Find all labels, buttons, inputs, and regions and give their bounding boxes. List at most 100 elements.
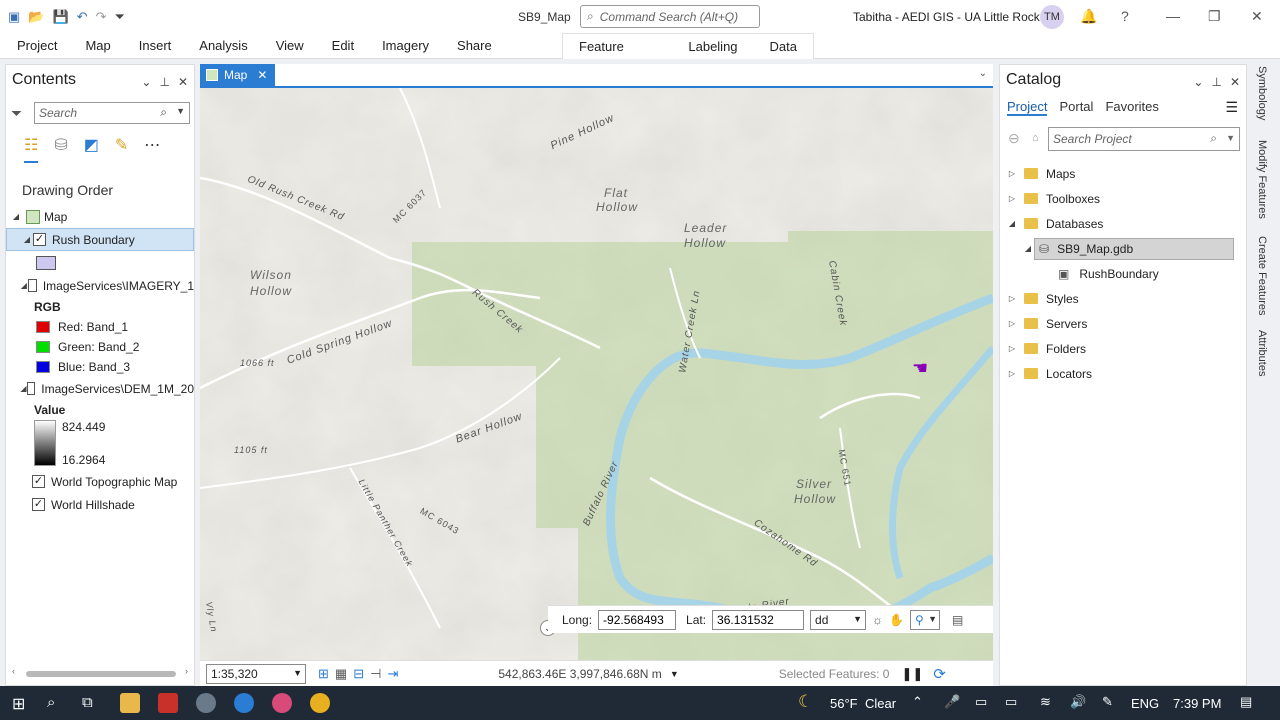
layer-checkbox[interactable]: ✓ (33, 233, 46, 246)
tab-favorites[interactable]: Favorites (1105, 99, 1158, 116)
search-icon[interactable]: ⌕ (160, 105, 167, 120)
rush-boundary-symbol[interactable] (6, 251, 194, 274)
task-view-icon[interactable]: ⧉ (82, 694, 93, 711)
layer-hillshade[interactable]: ✓ World Hillshade (6, 493, 194, 516)
tab-map[interactable]: Map (71, 33, 124, 59)
map-node[interactable]: ◢ Map (6, 205, 194, 228)
catalog-item-folders[interactable]: ▷ Folders (1006, 336, 1244, 361)
layer-dem[interactable]: ◢ ImageServices\DEM_1M_20 (6, 377, 194, 400)
grid-icon[interactable]: ▦ (335, 666, 347, 682)
volume-icon[interactable]: 🔊 (1070, 694, 1086, 710)
longitude-field[interactable] (598, 609, 677, 630)
side-tab-symbology[interactable]: Symbology (1256, 66, 1268, 120)
navigate-icon[interactable]: ⇥ (387, 666, 398, 682)
tab-project[interactable]: Project (1007, 99, 1048, 116)
editing-icon[interactable]: ✎ (115, 135, 128, 163)
chevron-down-icon[interactable]: ▼ (1226, 133, 1235, 143)
notifications-icon[interactable]: 🔔 (1080, 8, 1097, 25)
signed-in-user[interactable]: Tabitha - AEDI GIS - UA Little Rock (853, 10, 1040, 24)
catalog-item-rushboundary[interactable]: ▣ RushBoundary (1006, 261, 1244, 286)
tab-insert[interactable]: Insert (125, 33, 186, 59)
back-icon[interactable]: ⊖ (1008, 130, 1020, 147)
chrome-icon[interactable] (310, 693, 330, 713)
sun-icon[interactable]: ☼ (872, 613, 883, 627)
windows-start-icon[interactable]: ⊞ (12, 694, 25, 714)
side-tab-attributes[interactable]: Attributes (1256, 330, 1268, 376)
pen-icon[interactable]: ✎ (1102, 694, 1113, 710)
office-icon[interactable] (158, 693, 178, 713)
contents-search-input[interactable]: Search ⌕ ▼ (34, 102, 190, 124)
clock[interactable]: 7:39 PM (1173, 696, 1221, 711)
help-icon[interactable]: ? (1121, 8, 1129, 24)
display-icon[interactable]: ▭ (975, 694, 987, 710)
more-icon[interactable]: ⋯ (144, 135, 160, 163)
map-canvas[interactable]: Pine Hollow Flat Hollow Leader Hollow Ol… (200, 88, 993, 660)
close-pane-icon[interactable]: ✕ (178, 75, 188, 89)
undo-icon[interactable]: ↶ (77, 9, 88, 25)
app-icon[interactable] (196, 693, 216, 713)
hamburger-menu-icon[interactable]: ☰ (1225, 99, 1238, 116)
selection-icon[interactable]: ◩ (84, 135, 99, 163)
microphone-icon[interactable]: 🎤 (944, 694, 960, 710)
save-icon[interactable]: 💾 (52, 9, 68, 25)
expand-icon[interactable]: ▷ (1006, 369, 1018, 378)
horizontal-scrollbar[interactable]: ‹ › (12, 666, 188, 679)
layer-checkbox[interactable] (26, 382, 36, 395)
catalog-item-databases[interactable]: ◢ Databases (1006, 211, 1244, 236)
customize-qat-icon[interactable]: ⏷ (114, 9, 124, 25)
tab-imagery[interactable]: Imagery (368, 33, 443, 59)
expand-icon[interactable]: ◢ (20, 281, 28, 290)
selected-features-count[interactable]: Selected Features: 0 (779, 667, 890, 681)
command-search-input[interactable]: ⌕ Command Search (Alt+Q) (580, 5, 760, 28)
catalog-item-gdb[interactable]: ◢ ⛁ SB9_Map.gdb (1006, 236, 1244, 261)
catalog-search-input[interactable]: Search Project ⌕ ▼ (1048, 127, 1240, 151)
tab-share[interactable]: Share (443, 33, 506, 59)
coordinate-format-select[interactable]: dd ▼ (810, 609, 867, 630)
tab-analysis[interactable]: Analysis (185, 33, 261, 59)
tab-labeling[interactable]: Labeling (672, 34, 753, 60)
tab-portal[interactable]: Portal (1059, 99, 1093, 116)
redo-icon[interactable]: ↷ (96, 9, 107, 25)
data-source-icon[interactable]: ⛁ (54, 135, 67, 163)
side-tab-modify-features[interactable]: Modify Features (1256, 140, 1268, 219)
close-tab-icon[interactable]: ✕ (257, 68, 267, 82)
wifi-icon[interactable]: ≋ (1040, 694, 1051, 710)
expand-icon[interactable]: ▷ (1006, 169, 1018, 178)
language-indicator[interactable]: ENG (1131, 696, 1159, 711)
pane-menu-icon[interactable]: ⌄ (141, 75, 151, 89)
fixed-zoom-in-icon[interactable]: ⊞ (318, 666, 329, 682)
close-icon[interactable]: ✕ (1251, 8, 1263, 25)
layer-topo[interactable]: ✓ World Topographic Map (6, 470, 194, 493)
tab-data[interactable]: Data (754, 34, 813, 60)
tab-feature-layer[interactable]: Feature Layer (563, 34, 672, 80)
polygon-symbol-swatch[interactable] (36, 255, 56, 270)
gdb-selected[interactable]: ⛁ SB9_Map.gdb (1034, 237, 1234, 260)
scroll-thumb[interactable] (26, 671, 176, 677)
expand-icon[interactable]: ◢ (20, 384, 27, 393)
pan-hand-icon[interactable]: ✋ (889, 613, 904, 627)
scroll-left-icon[interactable]: ‹ (12, 666, 15, 676)
layer-rush-boundary[interactable]: ◢ ✓ Rush Boundary (6, 228, 194, 251)
search-icon[interactable]: ⌕ (1210, 131, 1217, 146)
filter-icon[interactable]: ⏷ (11, 105, 22, 122)
layout-icon[interactable]: ▤ (952, 613, 963, 627)
scroll-right-icon[interactable]: › (185, 666, 188, 676)
expand-icon[interactable]: ◢ (1006, 219, 1018, 228)
tab-map-view[interactable]: Map ✕ (200, 64, 275, 86)
tab-project[interactable]: Project (0, 33, 71, 59)
expand-icon[interactable]: ▷ (1006, 294, 1018, 303)
chevron-down-icon[interactable]: ▼ (670, 669, 679, 679)
snapping-icon[interactable]: ⊟ (353, 666, 364, 682)
tab-view[interactable]: View (262, 33, 318, 59)
recorder-icon[interactable] (272, 693, 292, 713)
expand-icon[interactable]: ◢ (21, 235, 33, 244)
minimize-icon[interactable]: — (1166, 8, 1180, 24)
close-pane-icon[interactable]: ✕ (1230, 75, 1240, 89)
open-icon[interactable]: 📂 (28, 9, 44, 25)
weather-temp[interactable]: 56°F (830, 696, 858, 711)
chevron-down-icon[interactable]: ▼ (176, 106, 185, 116)
constraint-icon[interactable]: ⊣ (370, 666, 381, 682)
layer-checkbox[interactable]: ✓ (32, 475, 45, 488)
catalog-item-toolboxes[interactable]: ▷ Toolboxes (1006, 186, 1244, 211)
restore-icon[interactable]: ❐ (1208, 8, 1221, 25)
